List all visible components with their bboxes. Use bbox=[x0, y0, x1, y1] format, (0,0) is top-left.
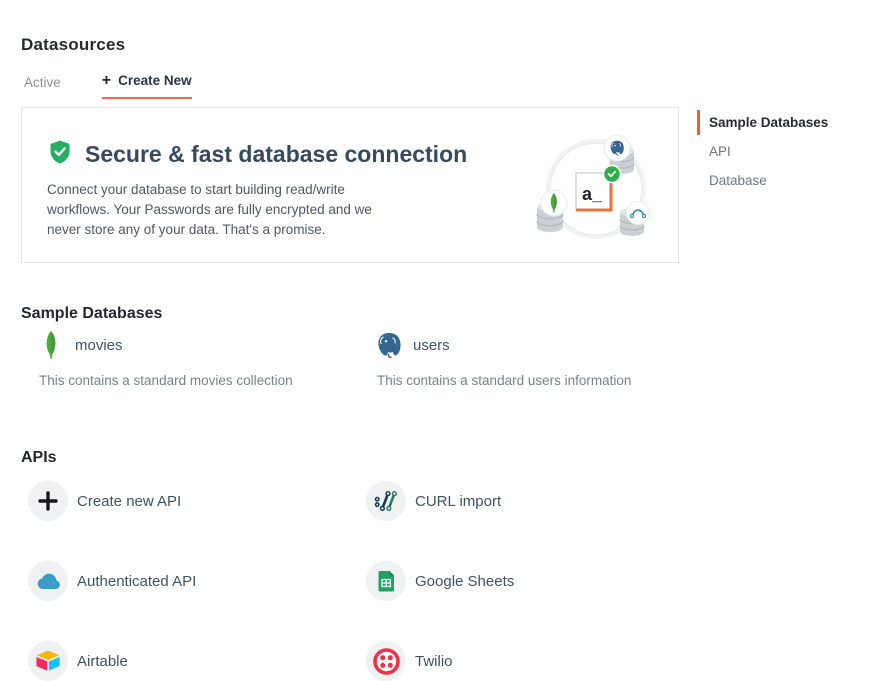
mongodb-icon bbox=[37, 330, 65, 360]
api-item-label: Authenticated API bbox=[77, 573, 196, 590]
editor-card-label: a_ bbox=[582, 184, 603, 204]
api-item-label: Airtable bbox=[77, 653, 128, 670]
category-side-nav: Sample Databases API Database bbox=[697, 110, 877, 197]
sample-db-name: movies bbox=[75, 337, 123, 354]
api-item-label: Twilio bbox=[415, 653, 453, 670]
banner-description: Connect your database to start building … bbox=[47, 180, 395, 240]
sample-db-item-users[interactable]: users This contains a standard users inf… bbox=[359, 330, 697, 388]
sample-db-movies-row: movies bbox=[21, 330, 359, 360]
api-item-label: Create new API bbox=[77, 493, 181, 510]
api-item-google-sheets[interactable]: Google Sheets bbox=[359, 561, 697, 601]
mongodb-badge-icon bbox=[541, 190, 567, 216]
api-item-airtable[interactable]: Airtable bbox=[21, 641, 359, 681]
sample-db-users-row: users bbox=[359, 330, 697, 360]
cloud-icon bbox=[28, 561, 68, 601]
curl-icon bbox=[366, 481, 406, 521]
api-item-label: CURL import bbox=[415, 493, 501, 510]
tab-active[interactable]: Active bbox=[24, 75, 61, 99]
curve-badge-icon bbox=[627, 202, 650, 225]
google-sheets-icon bbox=[366, 561, 406, 601]
apis-section-title: APIs bbox=[21, 449, 57, 467]
api-item-twilio[interactable]: Twilio bbox=[359, 641, 697, 681]
page-title: Datasources bbox=[21, 35, 125, 55]
banner-header: Secure & fast database connection bbox=[47, 139, 467, 170]
api-item-authenticated-api[interactable]: Authenticated API bbox=[21, 561, 359, 601]
tab-active-label: Active bbox=[24, 75, 61, 90]
api-item-label: Google Sheets bbox=[415, 573, 514, 590]
tab-create-new-label: Create New bbox=[118, 73, 192, 88]
banner-title: Secure & fast database connection bbox=[85, 141, 467, 168]
sample-db-name: users bbox=[413, 337, 450, 354]
side-nav-item-api[interactable]: API bbox=[697, 139, 877, 164]
api-item-create-new-api[interactable]: Create new API bbox=[21, 481, 359, 521]
api-item-curl-import[interactable]: CURL import bbox=[359, 481, 697, 521]
postgresql-badge-icon bbox=[604, 135, 630, 161]
airtable-icon bbox=[28, 641, 68, 681]
sample-databases-grid: movies This contains a standard movies c… bbox=[21, 330, 697, 388]
apis-grid: Create new API CURL import Authenticated… bbox=[21, 481, 697, 681]
secure-connection-banner: Secure & fast database connection Connec… bbox=[21, 107, 679, 263]
shield-check-icon bbox=[47, 139, 73, 170]
side-nav-item-sample-databases[interactable]: Sample Databases bbox=[697, 110, 877, 135]
plus-icon: + bbox=[102, 75, 111, 87]
sample-db-description: This contains a standard movies collecti… bbox=[21, 373, 359, 388]
sample-databases-section-title: Sample Databases bbox=[21, 305, 162, 323]
tab-create-new[interactable]: + Create New bbox=[102, 73, 192, 99]
plus-icon bbox=[28, 481, 68, 521]
twilio-icon bbox=[366, 641, 406, 681]
database-connection-illustration: a_ bbox=[532, 122, 662, 252]
side-nav-item-database[interactable]: Database bbox=[697, 168, 877, 193]
postgresql-icon bbox=[375, 330, 403, 360]
datasource-tabs: Active + Create New bbox=[24, 73, 192, 99]
sample-db-description: This contains a standard users informati… bbox=[359, 373, 697, 388]
sample-db-item-movies[interactable]: movies This contains a standard movies c… bbox=[21, 330, 359, 388]
